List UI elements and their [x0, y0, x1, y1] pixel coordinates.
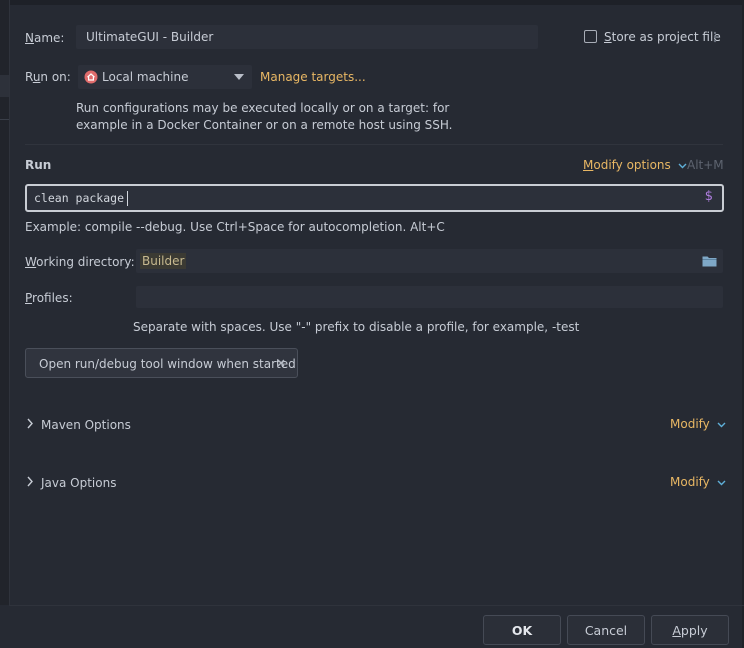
workdir-mnemonic: W [25, 255, 37, 269]
home-icon [84, 70, 98, 84]
sidebar-selected-item[interactable] [0, 75, 9, 97]
more-vertical-icon[interactable] [711, 30, 719, 44]
java-options-section[interactable]: Java Options [41, 476, 116, 490]
sidebar-divider [0, 119, 9, 120]
apply-label-rest: pply [680, 622, 708, 638]
run-section-title: Run [25, 158, 52, 172]
text-caret [127, 191, 128, 206]
working-directory-label: Working directory: [25, 255, 135, 269]
profiles-field[interactable] [136, 286, 723, 308]
name-label: Name: [25, 31, 64, 45]
name-label-rest: ame: [33, 31, 65, 45]
maven-modify-text: Modify [670, 417, 710, 431]
store-project-file-label[interactable]: Store as project file [604, 30, 721, 44]
profiles-label-rest: rofiles: [32, 291, 73, 305]
ok-button[interactable]: OK [483, 615, 561, 645]
chevron-down-icon [717, 480, 726, 486]
profiles-label: Profiles: [25, 291, 73, 305]
name-field[interactable]: UltimateGUI - Builder [76, 25, 538, 49]
modify-options-mnemonic: M [583, 158, 594, 172]
modify-options-link[interactable]: Modify options [583, 158, 687, 172]
working-directory-value: Builder [140, 253, 187, 269]
footer-separator [9, 605, 744, 606]
chevron-down-icon [678, 163, 687, 169]
apply-button[interactable]: Apply [651, 615, 729, 645]
run-on-label-rest: n on: [40, 70, 71, 84]
store-label-rest: tore as project file [611, 30, 721, 44]
name-label-mnemonic: N [25, 31, 34, 45]
modify-options-shortcut: Alt+M [687, 158, 724, 172]
section-separator [25, 144, 723, 145]
profiles-help: Separate with spaces. Use "-" prefix to … [133, 320, 580, 334]
chevron-right-icon[interactable] [26, 476, 34, 487]
dollar-macro-icon[interactable]: $ [705, 189, 713, 204]
store-project-file-checkbox[interactable] [584, 30, 597, 43]
close-icon[interactable] [277, 359, 285, 367]
maven-options-section[interactable]: Maven Options [41, 418, 131, 432]
java-modify-text: Modify [670, 475, 710, 489]
folder-icon[interactable] [702, 255, 717, 267]
run-on-help-line-1: Run configurations may be executed local… [76, 101, 450, 115]
maven-modify-link[interactable]: Modify [670, 417, 726, 431]
option-chip-label: Open run/debug tool window when started [39, 357, 296, 371]
workdir-label-rest: orking directory: [36, 255, 135, 269]
option-chip[interactable]: Open run/debug tool window when started [25, 348, 298, 378]
name-field-value: UltimateGUI - Builder [86, 30, 214, 44]
window-top-edge [0, 0, 744, 5]
run-on-value: Local machine [102, 70, 189, 84]
modify-options-text: Modify options [583, 158, 671, 172]
chevron-right-icon[interactable] [26, 418, 34, 429]
run-on-help-line-2: example in a Docker Container or on a re… [76, 118, 453, 132]
command-line-value: clean package [34, 191, 125, 205]
configurations-sidebar [0, 0, 10, 605]
command-line-input[interactable]: clean package $ [25, 184, 724, 212]
command-example-hint: Example: compile --debug. Use Ctrl+Space… [25, 220, 445, 234]
run-on-dropdown[interactable]: Local machine [78, 65, 252, 89]
profiles-mnemonic: P [25, 291, 33, 305]
working-directory-field[interactable]: Builder [136, 249, 723, 273]
run-on-label-start: R [25, 70, 33, 84]
run-on-label: Run on: [25, 70, 71, 84]
manage-targets-link[interactable]: Manage targets... [260, 70, 366, 84]
store-mnemonic: S [604, 30, 612, 44]
cancel-button[interactable]: Cancel [567, 615, 645, 645]
chevron-down-icon [717, 422, 726, 428]
chevron-down-icon [234, 74, 244, 80]
java-modify-link[interactable]: Modify [670, 475, 726, 489]
apply-mnemonic: A [672, 622, 681, 638]
